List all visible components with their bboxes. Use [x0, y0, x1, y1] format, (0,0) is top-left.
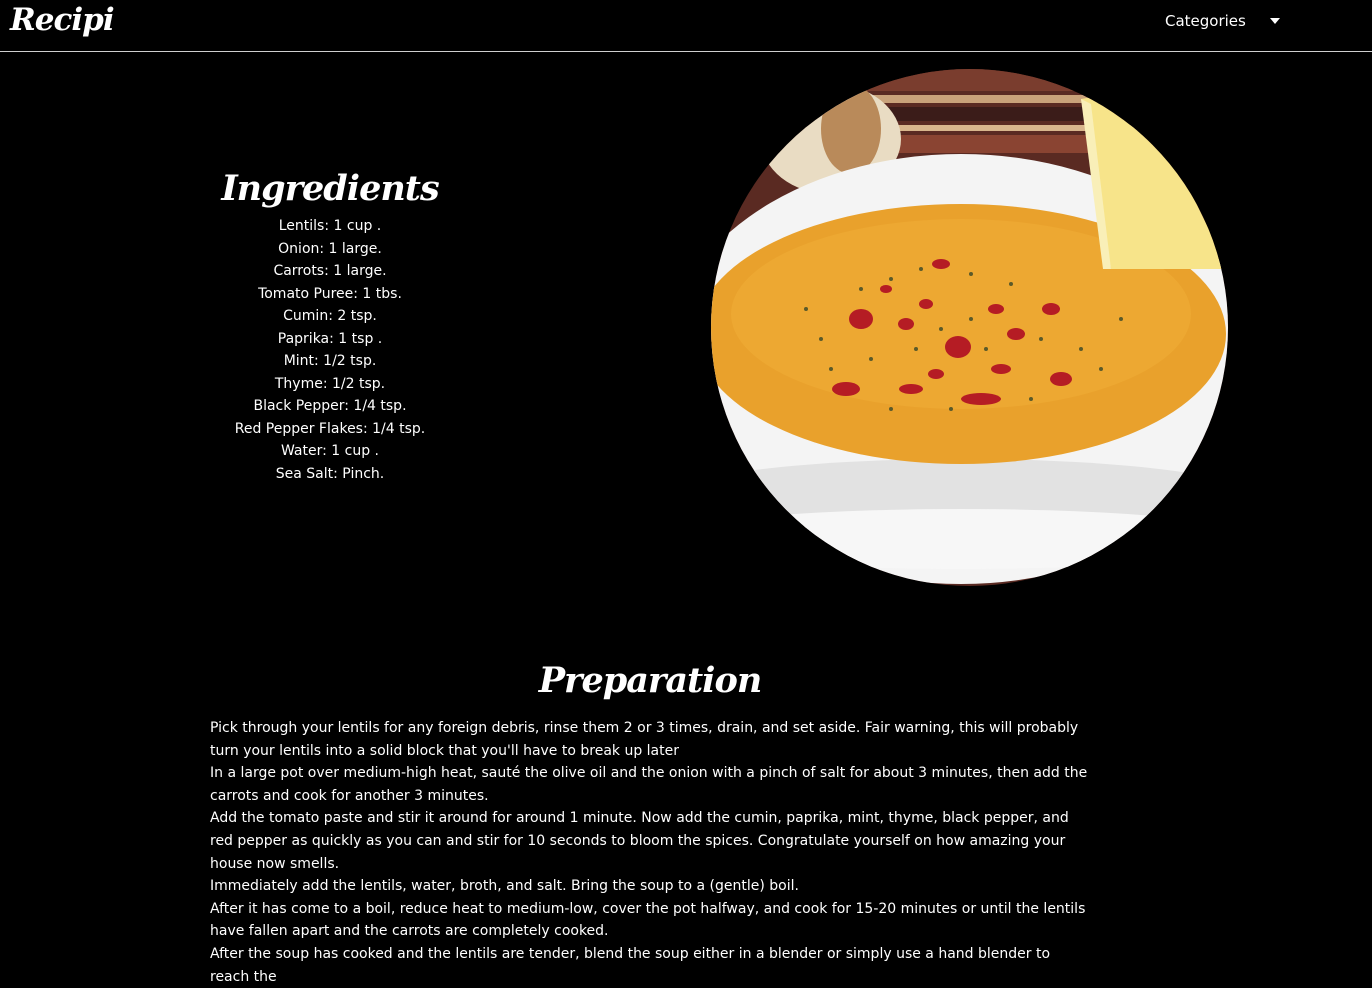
ingredient-item: Paprika: 1 tsp . — [277, 330, 383, 347]
preparation-section-header: Preparation — [0, 660, 1300, 701]
preparation-steps: Pick through your lentils for any foreig… — [210, 717, 1090, 988]
preparation-step: Add the tomato paste and stir it around … — [210, 810, 1069, 872]
categories-label[interactable]: Categories — [1165, 12, 1246, 30]
categories-dropdown[interactable]: Categories — [1165, 12, 1280, 30]
navbar: Recipi Categories — [0, 0, 1372, 52]
dish-image — [711, 69, 1228, 586]
ingredient-item: Black Pepper: 1/4 tsp. — [253, 398, 407, 414]
ingredient-item: Red Pepper Flakes: 1/4 tsp. — [234, 420, 426, 437]
preparation-step: Pick through your lentils for any foreig… — [210, 720, 1079, 759]
ingredient-item: Onion: 1 large. — [278, 240, 382, 257]
caret-down-icon[interactable] — [1269, 18, 1280, 24]
lentil-soup-photo — [711, 69, 1228, 586]
preparation-step: In a large pot over medium-high heat, sa… — [210, 765, 1088, 804]
ingredient-item: Sea Salt: Pinch. — [275, 465, 385, 482]
ingredient-item: Thyme: 1/2 tsp. — [274, 375, 386, 392]
ingredient-item: Mint: 1/2 tsp. — [283, 353, 377, 369]
preparation-heading: Preparation — [538, 660, 763, 701]
ingredients-list: Lentils: 1 cup . Onion: 1 large. Carrots… — [180, 215, 480, 485]
preparation-step: Immediately add the lentils, water, brot… — [210, 878, 799, 895]
preparation-step: After it has come to a boil, reduce heat… — [210, 900, 1086, 940]
ingredient-item: Lentils: 1 cup . — [278, 218, 382, 234]
ingredient-item: Cumin: 2 tsp. — [283, 308, 377, 324]
ingredient-item: Water: 1 cup . — [280, 443, 380, 459]
ingredient-item: Tomato Puree: 1 tbs. — [258, 285, 402, 302]
ingredients-heading: Ingredients — [221, 168, 439, 209]
bread-crust — [821, 84, 881, 174]
logo[interactable]: Recipi — [10, 2, 115, 38]
bowl-base — [711, 509, 1228, 569]
ingredients-section: Ingredients Lentils: 1 cup . Onion: 1 la… — [180, 168, 480, 485]
preparation-step: After the soup has cooked and the lentil… — [210, 945, 1051, 985]
ingredient-item: Carrots: 1 large. — [273, 263, 387, 279]
